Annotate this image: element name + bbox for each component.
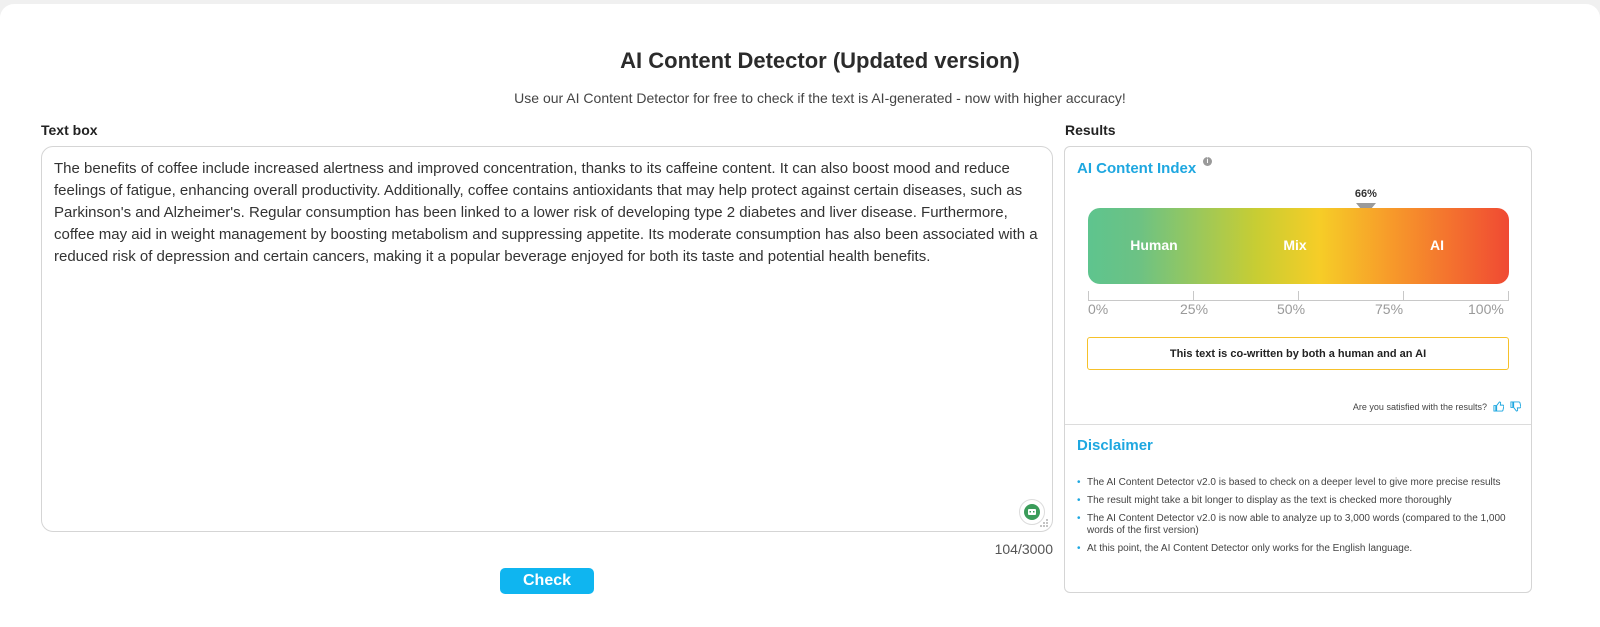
results-panel: AI Content Index i 66% Human Mix AI 0% 2… [1064,146,1532,593]
scale-label-0: 0% [1088,301,1109,317]
gauge-label-mix: Mix [1283,237,1307,253]
verdict-box: This text is co-written by both a human … [1087,337,1509,370]
content-textarea[interactable]: The benefits of coffee include increased… [41,146,1053,532]
ai-content-index-title: AI Content Index [1077,160,1197,177]
scale-label-75: 75% [1375,301,1404,317]
text-box-label: Text box [41,122,98,138]
scale-label-100: 100% [1468,301,1504,317]
list-item: The AI Content Detector v2.0 is based to… [1077,477,1517,489]
list-item: At this point, the AI Content Detector o… [1077,543,1517,555]
thumbs-up-icon[interactable] [1493,401,1504,412]
list-item: The result might take a bit longer to di… [1077,495,1517,507]
scale-label-50: 50% [1277,301,1306,317]
disclaimer-title: Disclaimer [1077,437,1153,454]
gauge-label-ai: AI [1430,237,1444,253]
panel-divider [1065,424,1531,425]
feedback-row: Are you satisfied with the results? [1353,401,1521,412]
resize-handle-icon[interactable] [1039,518,1049,528]
feedback-question: Are you satisfied with the results? [1352,401,1487,412]
thumbs-down-icon[interactable] [1510,401,1521,412]
gauge-scale [1088,291,1509,301]
page-title: AI Content Detector (Updated version) [620,48,1020,73]
gauge-label-human: Human [1130,237,1178,253]
results-label: Results [1065,122,1116,138]
list-item: The AI Content Detector v2.0 is now able… [1077,513,1517,537]
score-label: 66% [1354,188,1377,200]
ai-content-gauge: Human Mix AI [1088,208,1509,284]
check-button[interactable]: Check [500,568,594,594]
page-subtitle: Use our AI Content Detector for free to … [514,90,1126,106]
scale-label-25: 25% [1180,301,1209,317]
word-count: 104/3000 [994,541,1053,557]
info-icon[interactable]: i [1203,157,1212,166]
content-text: The benefits of coffee include increased… [54,160,1038,265]
disclaimer-list: The AI Content Detector v2.0 is based to… [1077,477,1517,561]
